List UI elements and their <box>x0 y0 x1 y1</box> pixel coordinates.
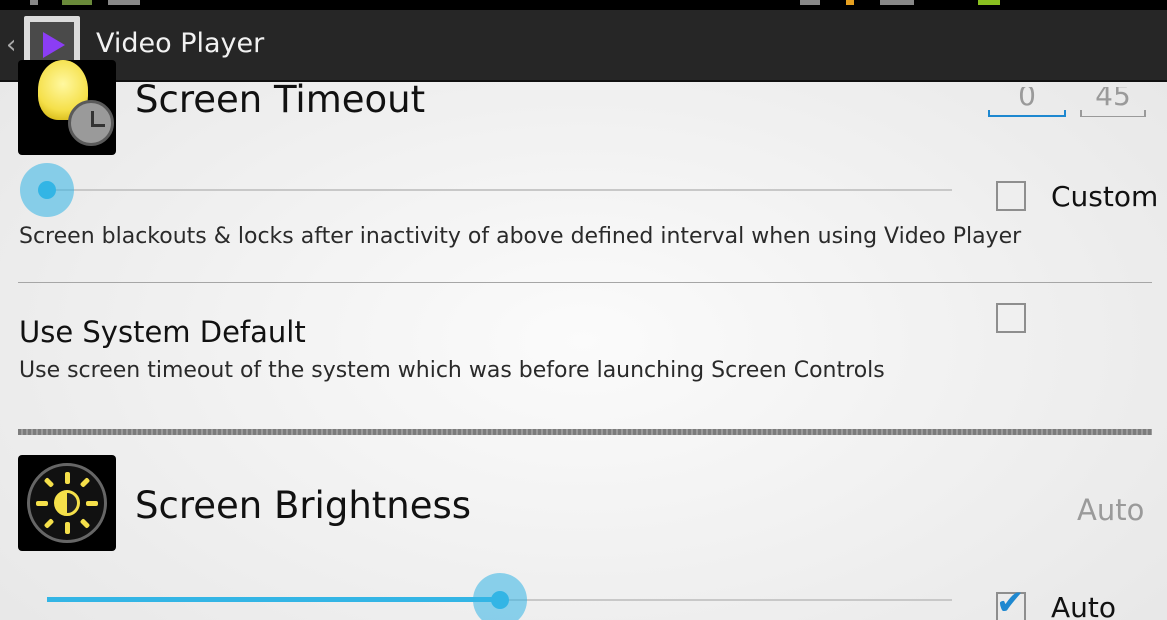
brightness-slider-fill <box>47 597 500 602</box>
timeout-minutes-field[interactable]: 0 <box>988 87 1066 117</box>
timeout-minutes-value: 0 <box>1018 87 1036 112</box>
checkmark-icon: ✔ <box>996 583 1025 620</box>
screen-timeout-title: Screen Timeout <box>135 78 426 121</box>
sun-icon <box>27 463 107 543</box>
screen-timeout-icon <box>18 60 116 155</box>
screenshot-icon <box>108 0 140 5</box>
custom-label: Custom <box>1051 180 1159 213</box>
screen-brightness-icon <box>18 455 116 551</box>
status-bar <box>0 0 1167 10</box>
timeout-slider-track <box>47 189 952 191</box>
use-system-default-checkbox[interactable] <box>996 303 1026 333</box>
play-icon <box>43 32 65 58</box>
action-bar-title: Video Player <box>96 28 265 59</box>
screen-timeout-summary: Screen blackouts & locks after inactivit… <box>19 224 1022 249</box>
custom-checkbox[interactable] <box>996 181 1026 211</box>
timeout-seconds-field[interactable]: 45 <box>1080 87 1146 117</box>
alert-icon <box>846 0 854 5</box>
use-system-default-row[interactable]: Use System Default Use screen timeout of… <box>0 284 1167 424</box>
clock-icon <box>68 100 114 146</box>
action-bar: ‹ Video Player <box>0 10 1167 82</box>
wifi-icon <box>800 0 820 5</box>
battery-status-icon <box>62 0 92 5</box>
auto-brightness-label: Auto <box>1051 591 1117 620</box>
divider <box>18 282 1152 283</box>
signal-icon <box>880 0 914 5</box>
use-system-default-title: Use System Default <box>19 315 306 349</box>
notification-icon <box>30 0 38 5</box>
auto-brightness-checkbox[interactable]: ✔ <box>996 586 1026 620</box>
screen-brightness-title: Screen Brightness <box>135 484 472 527</box>
brightness-value: Auto <box>1077 493 1145 527</box>
use-system-default-summary: Use screen timeout of the system which w… <box>19 358 885 383</box>
timeout-seconds-value: 45 <box>1095 87 1131 112</box>
battery-icon <box>978 0 1000 5</box>
section-divider <box>18 429 1152 435</box>
timeout-slider-thumb[interactable] <box>20 163 74 217</box>
brightness-slider-thumb[interactable] <box>472 573 527 620</box>
chevron-left-icon: ‹ <box>6 30 17 60</box>
